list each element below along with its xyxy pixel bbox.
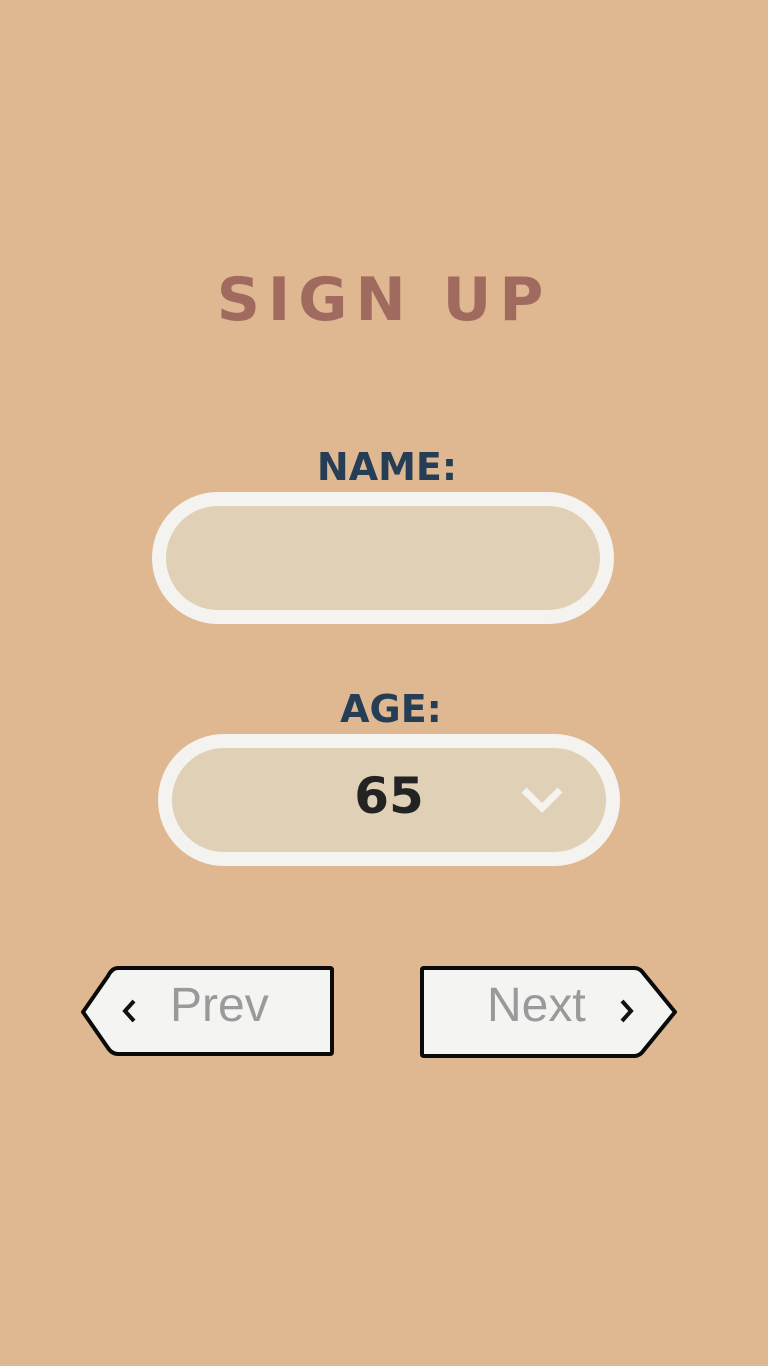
name-label: NAME: xyxy=(316,445,458,489)
page-title: SIGN UP xyxy=(216,265,552,335)
name-input[interactable] xyxy=(152,492,614,624)
prev-button-label: Prev xyxy=(170,979,269,1032)
next-button[interactable]: Next xyxy=(418,964,680,1060)
age-label: AGE: xyxy=(340,687,442,731)
age-selected-value: 65 xyxy=(354,767,424,825)
age-select[interactable]: 65 xyxy=(158,734,620,866)
next-button-label: Next xyxy=(487,979,586,1032)
prev-button[interactable]: Prev xyxy=(78,964,340,1060)
chevron-left-icon xyxy=(122,999,136,1023)
chevron-down-icon xyxy=(521,787,563,813)
chevron-right-icon xyxy=(620,999,634,1023)
